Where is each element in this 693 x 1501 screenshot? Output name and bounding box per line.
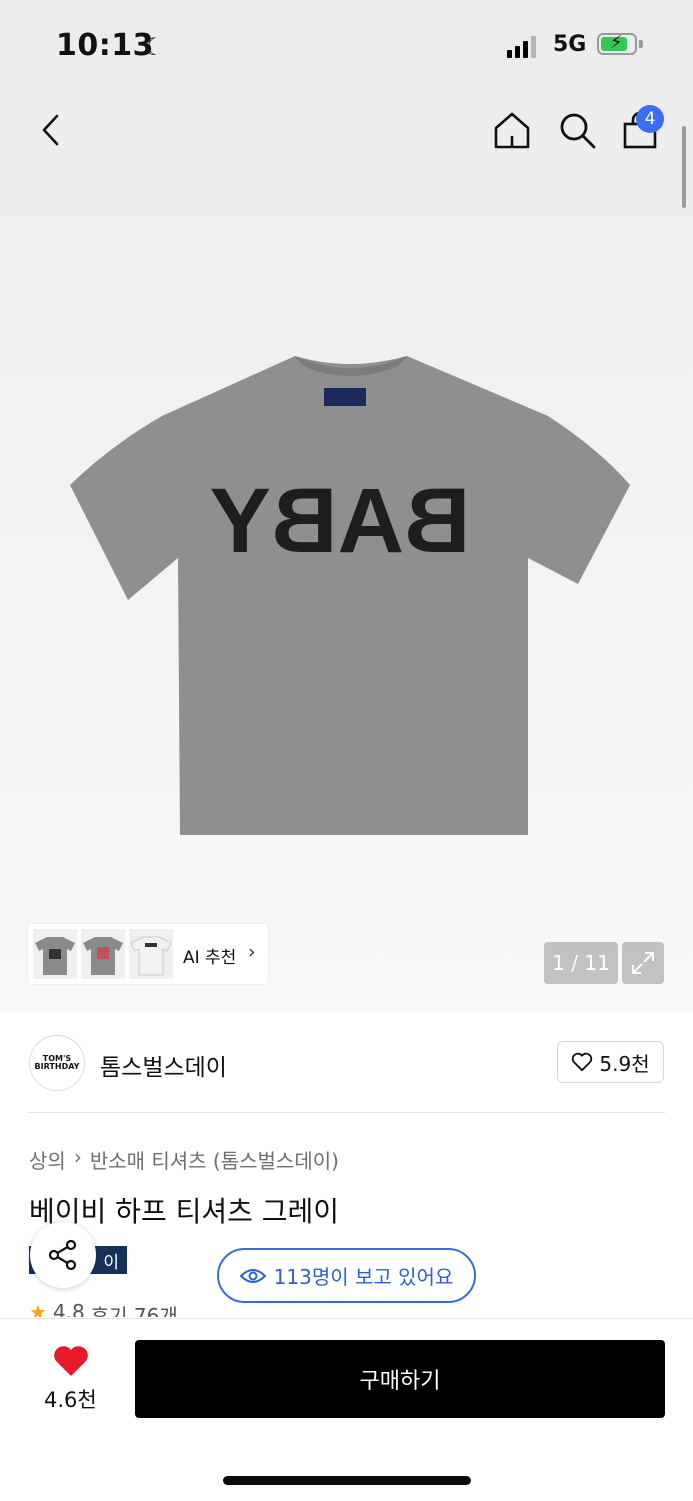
recommend-thumbnail[interactable]	[33, 929, 77, 979]
status-time: 10:13	[56, 28, 154, 63]
chevron-right-icon: ›	[248, 941, 256, 963]
viewers-text: 113명이 보고 있어요	[273, 1265, 454, 1289]
home-indicator	[223, 1476, 471, 1485]
breadcrumb-subcategory[interactable]: 반소매 티셔츠 (톰스벌스데이)	[90, 1145, 339, 1174]
battery-icon: ⚡	[597, 32, 637, 55]
rating-value: 4.8	[52, 1300, 85, 1317]
ai-recommend-panel[interactable]: AI 추천 ›	[28, 924, 268, 984]
like-button[interactable]	[52, 1343, 90, 1379]
viewers-chip: 113명이 보고 있어요	[217, 1248, 476, 1303]
breadcrumb-category[interactable]: 상의	[29, 1145, 66, 1174]
battery-cap	[639, 40, 643, 48]
search-button[interactable]	[555, 108, 599, 152]
breadcrumb-separator-icon: ›	[73, 1145, 82, 1169]
logo-text-line2: BIRTHDAY	[34, 1062, 80, 1071]
home-icon	[494, 112, 530, 149]
review-count: 후기 76개	[90, 1304, 178, 1317]
brand-like-count: 5.9천	[599, 1051, 650, 1076]
status-bar: 10:13 ☾ 5G ⚡	[0, 0, 693, 90]
tshirt-image: BABY	[70, 356, 630, 835]
buy-button[interactable]: 구매하기	[135, 1340, 665, 1418]
tshirt-print-text: BABY	[210, 470, 471, 572]
image-page-indicator: 1 / 11	[544, 942, 618, 984]
brand-logo[interactable]: TOM'S BIRTHDAY	[29, 1035, 85, 1091]
back-button[interactable]	[30, 110, 70, 150]
expand-icon	[632, 952, 654, 974]
heart-filled-icon	[54, 1346, 88, 1376]
cart-count-badge: 4	[636, 105, 664, 133]
star-icon: ★	[29, 1300, 47, 1317]
expand-button[interactable]	[622, 942, 664, 984]
brand-like-button[interactable]: 5.9천	[557, 1041, 664, 1083]
heart-outline-icon	[572, 1052, 593, 1072]
home-button[interactable]	[490, 108, 534, 152]
signal-icon	[507, 36, 539, 58]
scroll-indicator	[682, 126, 686, 208]
divider	[28, 1112, 665, 1113]
recommend-thumbnail[interactable]	[81, 929, 125, 979]
network-label: 5G	[553, 32, 587, 57]
breadcrumb: 상의 › 반소매 티셔츠 (톰스벌스데이)	[29, 1145, 339, 1174]
like-count: 4.6천	[44, 1388, 97, 1412]
brand-name[interactable]: 톰스벌스데이	[100, 1048, 227, 1082]
search-icon	[560, 113, 596, 149]
share-button[interactable]	[30, 1222, 96, 1288]
eye-icon	[239, 1268, 266, 1283]
ai-recommend-label: AI 추천	[183, 948, 237, 968]
rating-row[interactable]: ★ 4.8 후기 76개	[29, 1300, 178, 1317]
chevron-left-icon	[42, 114, 59, 146]
moon-icon: ☾	[143, 33, 165, 61]
recommend-thumbnail[interactable]	[129, 929, 173, 979]
share-icon	[48, 1239, 77, 1271]
